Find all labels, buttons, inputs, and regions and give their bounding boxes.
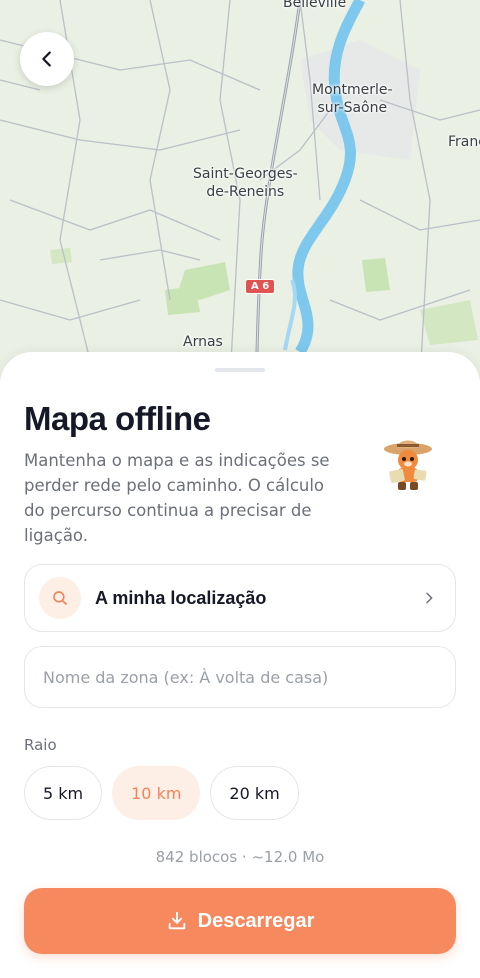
download-summary: 842 blocos · ~12.0 Mo — [155, 848, 325, 866]
chevron-right-icon — [426, 592, 433, 604]
location-label: A minha localização — [95, 587, 267, 608]
page-description: Mantenha o mapa e as indicações se perde… — [24, 451, 330, 545]
location-search-icon-wrap — [39, 577, 81, 619]
offline-map-sheet: Mapa offline Mantenha o mapa e as indica… — [0, 352, 480, 978]
road-shield-a6: A 6 — [245, 279, 276, 294]
radius-label: Raio — [24, 736, 57, 754]
map-label-saint-georges: Saint-Georges- de-Reneins — [193, 166, 298, 200]
radius-option-20km[interactable]: 20 km — [210, 766, 299, 820]
sheet-drag-handle[interactable] — [215, 368, 265, 372]
chevron-left-icon — [42, 51, 51, 67]
back-button[interactable] — [20, 32, 74, 86]
zone-name-input[interactable] — [24, 646, 456, 708]
map-label-belleville: Belleville — [283, 0, 347, 11]
explorer-mascot-icon — [380, 432, 436, 494]
location-selector[interactable]: A minha localização — [24, 564, 456, 632]
radius-options: 5 km 10 km 20 km — [24, 766, 299, 820]
map-label-arnas: Arnas — [183, 334, 223, 350]
search-icon — [53, 591, 67, 605]
download-icon — [168, 911, 185, 930]
radius-option-10km[interactable]: 10 km — [112, 766, 201, 820]
download-label: Descarregar — [197, 909, 315, 932]
download-button[interactable]: Descarregar — [24, 888, 456, 954]
map-label-france: Franc — [448, 134, 480, 150]
radius-option-5km[interactable]: 5 km — [24, 766, 103, 820]
page-title: Mapa offline — [24, 400, 211, 437]
map-label-montmerle: Montmerle- sur-Saône — [312, 82, 393, 116]
